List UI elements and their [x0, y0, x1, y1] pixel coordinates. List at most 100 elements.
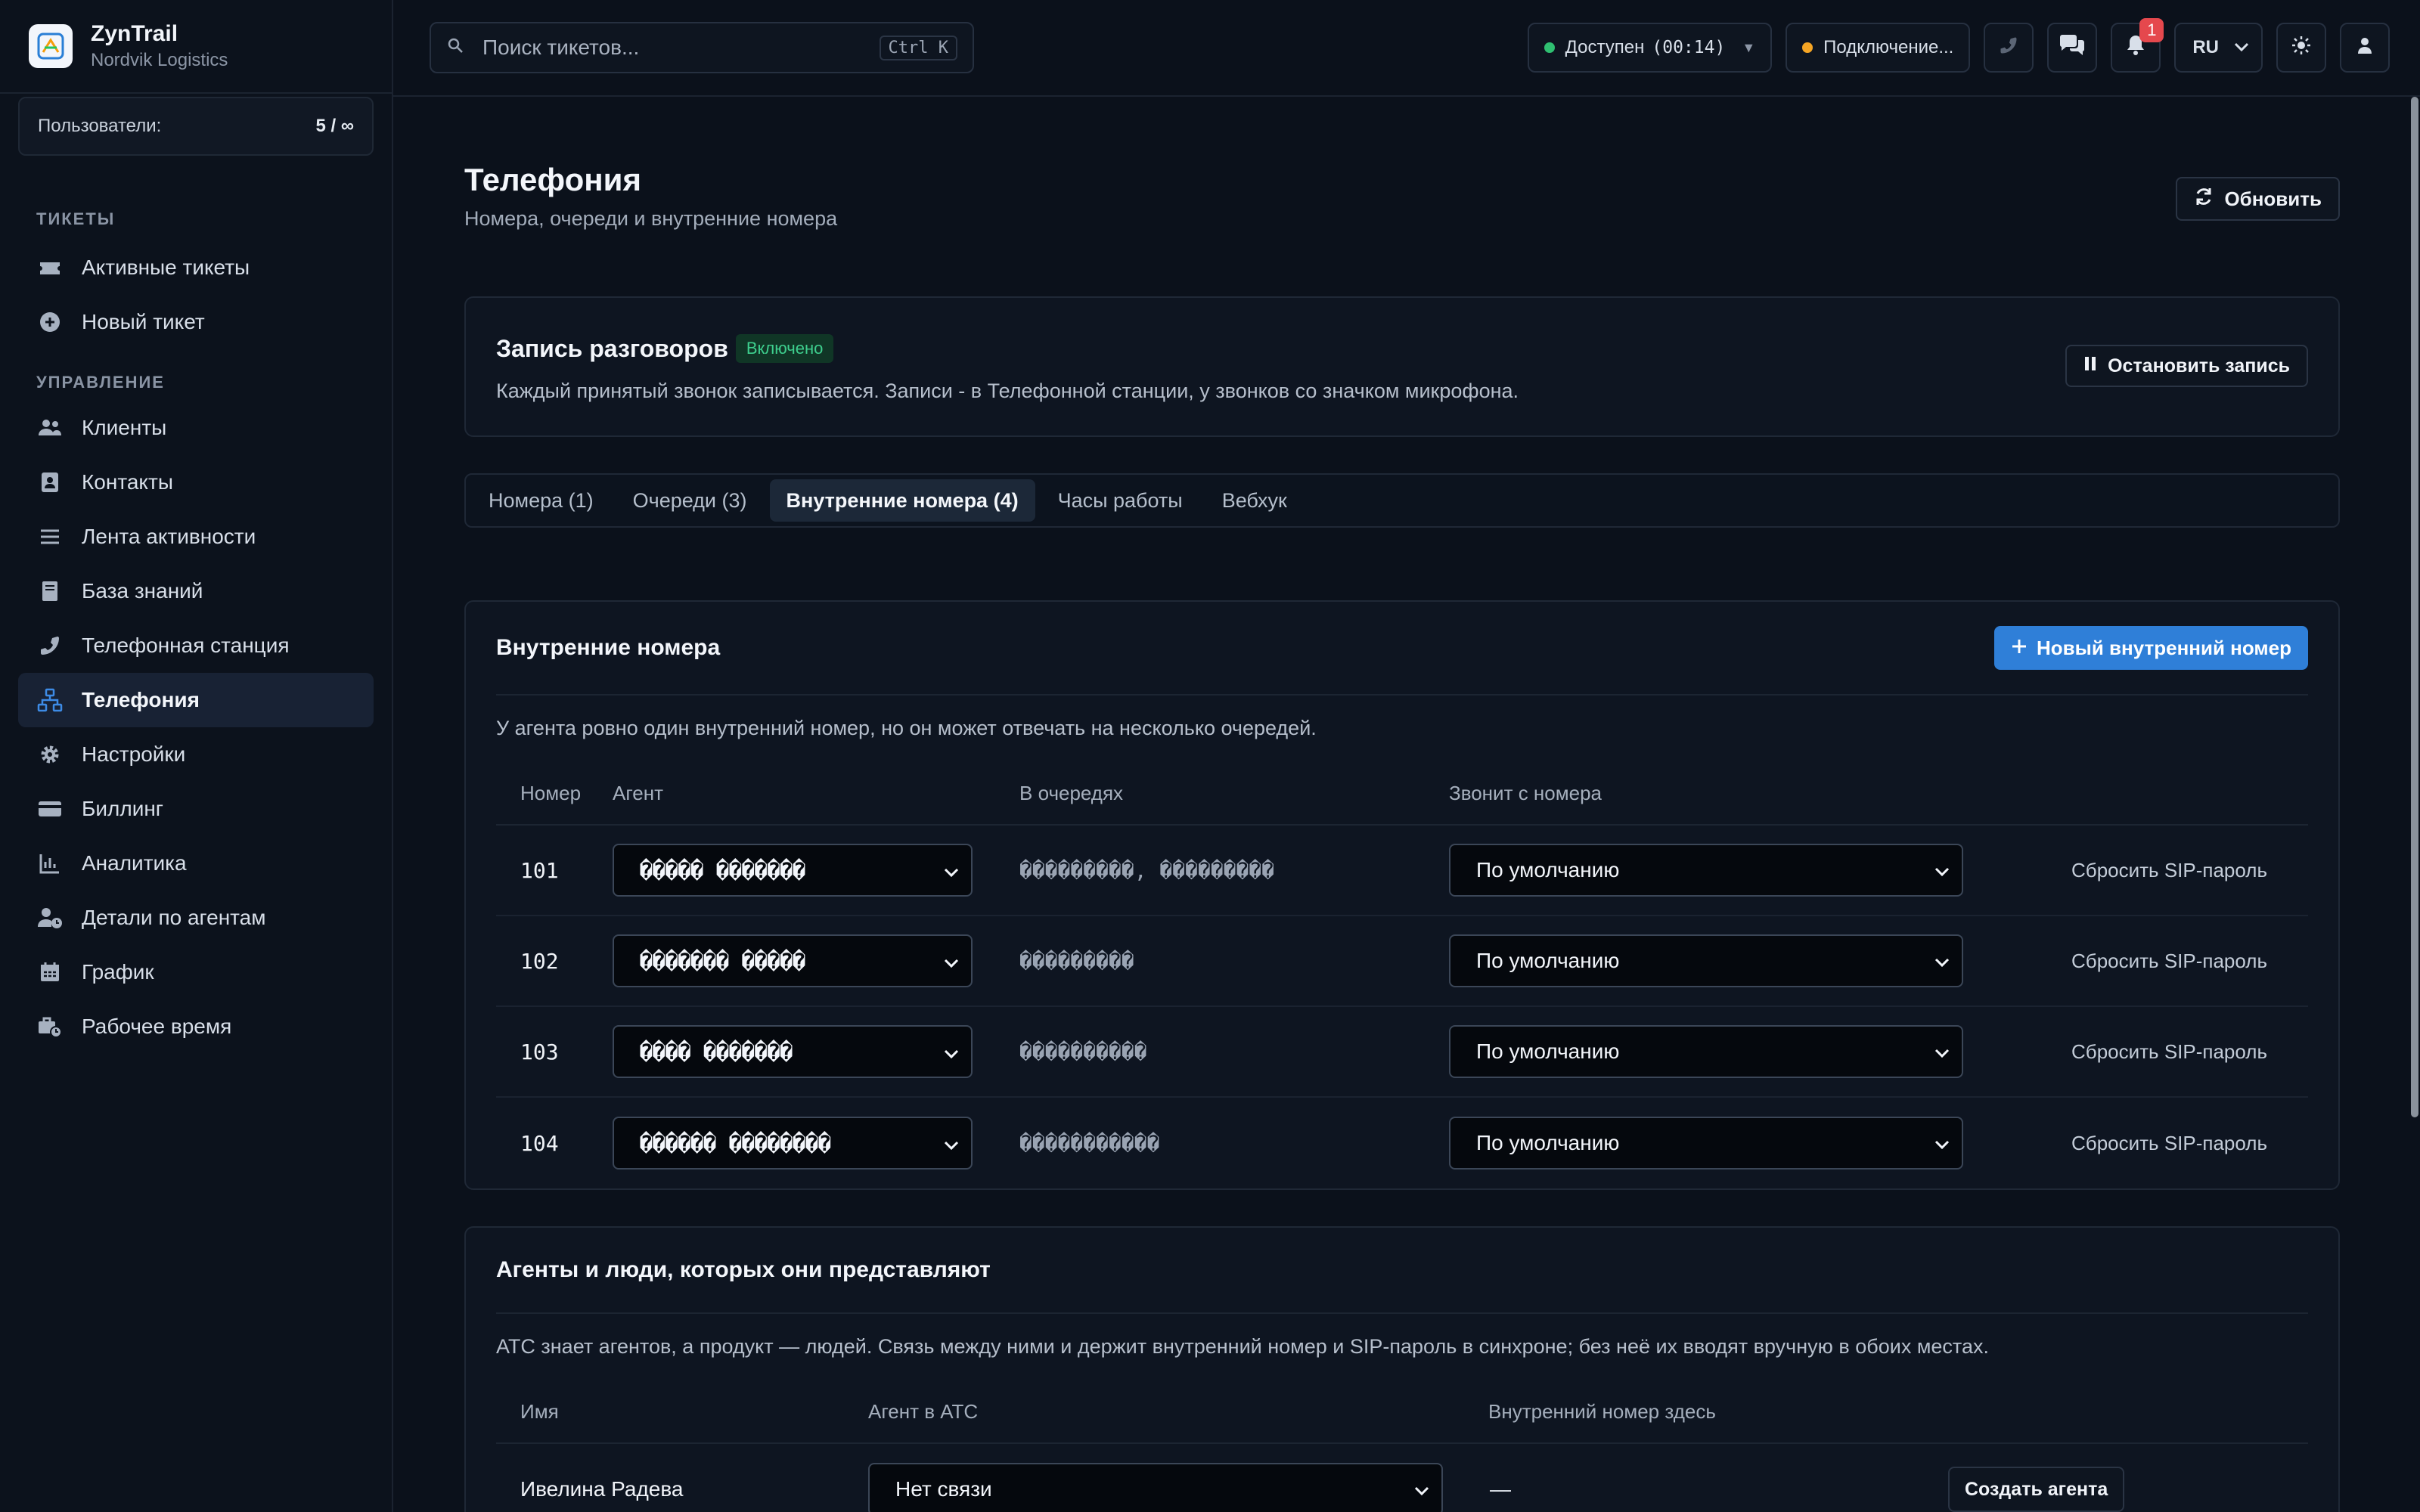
reset-sip-password-button[interactable]: Сбросить SIP-пароль — [2046, 950, 2308, 973]
agent-value: ����� ������� — [640, 857, 806, 883]
agents-description: АТС знает агентов, а продукт — людей. Св… — [496, 1335, 1989, 1358]
table-row: 102 ������� ����� ��������� По умолчанию… — [496, 916, 2308, 1007]
chevron-down-icon — [944, 949, 959, 974]
sidebar-item-schedule[interactable]: График — [18, 945, 374, 999]
sidebar-item-label: Клиенты — [82, 416, 167, 439]
sidebar-item-settings[interactable]: Настройки — [18, 727, 374, 782]
availability-status-button[interactable]: Доступен (00:14) ▼ — [1527, 23, 1773, 73]
briefcase-clock-icon — [36, 1013, 64, 1040]
extension-number: 101 — [520, 857, 559, 883]
gear-icon — [36, 741, 64, 768]
connection-dot — [1802, 42, 1813, 53]
theme-toggle-button[interactable] — [2276, 23, 2326, 73]
sidebar-item-billing[interactable]: Биллинг — [18, 782, 374, 836]
sidebar-item-label: Настройки — [82, 742, 186, 766]
caller-id-value: По умолчанию — [1476, 1131, 1620, 1154]
sidebar-item-label: Новый тикет — [82, 310, 205, 333]
users-quota-label: Пользователи: — [38, 116, 162, 136]
page-title: Телефония — [464, 162, 641, 197]
scrollbar[interactable] — [2411, 97, 2420, 1512]
contact-book-icon — [36, 469, 64, 496]
queues-list: ��������� — [1019, 948, 1134, 974]
sidebar-item-label: Контакты — [82, 470, 173, 494]
agent-select[interactable]: ������� ����� — [613, 934, 973, 987]
chevron-down-icon — [944, 858, 959, 883]
caller-id-value: По умолчанию — [1476, 1040, 1620, 1063]
tab-webhook[interactable]: Вебхук — [1205, 479, 1304, 522]
table-row: 103 ���� ������� ���������� По умолчанию… — [496, 1007, 2308, 1098]
chat-button[interactable] — [2047, 23, 2098, 73]
extension-here-value: — — [1490, 1477, 1511, 1501]
language-select[interactable]: RU — [2174, 23, 2263, 73]
agent-value: ������� ����� — [640, 948, 806, 974]
network-icon — [36, 686, 64, 714]
agent-select[interactable]: ������ �������� — [613, 1117, 973, 1170]
create-agent-button[interactable]: Создать агента — [1948, 1467, 2125, 1512]
person-name: Ивелина Радева — [520, 1477, 684, 1501]
caller-id-select[interactable]: По умолчанию — [1449, 844, 1963, 897]
sidebar: ZynTrail Nordvik Logistics Пользователи:… — [0, 0, 393, 1512]
col-extension-here: Внутренний номер здесь — [1488, 1399, 1716, 1423]
list-icon — [36, 523, 64, 550]
extension-number: 102 — [520, 948, 559, 974]
call-button[interactable] — [1984, 23, 2034, 73]
caller-id-select[interactable]: По умолчанию — [1449, 1117, 1963, 1170]
chevron-down-icon — [1934, 1040, 1950, 1064]
agent-value: ���� ������� — [640, 1039, 793, 1064]
sidebar-item-telephony[interactable]: Телефония — [18, 673, 374, 727]
chevron-down-icon: ▼ — [1742, 39, 1756, 55]
table-row: 101 ����� ������� ���������, ��������� П… — [496, 826, 2308, 916]
brand[interactable]: ZynTrail Nordvik Logistics — [0, 0, 392, 94]
tab-queues[interactable]: Очереди (3) — [616, 479, 764, 522]
notifications-button[interactable]: 1 — [2111, 18, 2164, 73]
users-quota-value: 5 / ∞ — [315, 116, 354, 136]
recording-status-badge: Включено — [735, 334, 834, 363]
content: Телефония Номера, очереди и внутренние н… — [393, 97, 2420, 1512]
sidebar-item-agent-details[interactable]: Детали по агентам — [18, 891, 374, 945]
pause-icon — [2083, 355, 2097, 377]
tab-working-hours[interactable]: Часы работы — [1041, 479, 1199, 522]
caller-id-select[interactable]: По умолчанию — [1449, 934, 1963, 987]
chevron-down-icon — [1414, 1477, 1429, 1501]
sidebar-item-label: Детали по агентам — [82, 906, 266, 929]
scrollbar-thumb[interactable] — [2411, 97, 2418, 1117]
reset-sip-password-button[interactable]: Сбросить SIP-пароль — [2046, 1132, 2308, 1155]
sidebar-item-clients[interactable]: Клиенты — [18, 401, 374, 455]
reset-sip-password-button[interactable]: Сбросить SIP-пароль — [2046, 1040, 2308, 1064]
extensions-card: Внутренние номера Новый внутренний номер… — [464, 600, 2340, 1190]
agent-select[interactable]: ����� ������� — [613, 844, 973, 897]
book-icon — [36, 578, 64, 605]
refresh-button[interactable]: Обновить — [2176, 177, 2340, 221]
sidebar-item-contacts[interactable]: Контакты — [18, 455, 374, 510]
search-shortcut: Ctrl K — [879, 35, 957, 60]
search-input[interactable] — [482, 36, 880, 60]
sidebar-item-active-tickets[interactable]: Активные тикеты — [18, 240, 374, 295]
extension-number: 103 — [520, 1039, 559, 1064]
connection-status[interactable]: Подключение... — [1786, 23, 1971, 73]
stop-recording-button[interactable]: Остановить запись — [2065, 345, 2308, 387]
new-extension-button[interactable]: Новый внутренний номер — [1993, 626, 2308, 670]
caller-id-select[interactable]: По умолчанию — [1449, 1025, 1963, 1078]
chat-bubbles-icon — [2059, 34, 2086, 62]
sidebar-item-work-time[interactable]: Рабочее время — [18, 999, 374, 1054]
sidebar-item-label: Телефонная станция — [82, 634, 290, 657]
agent-value: ������ �������� — [640, 1130, 831, 1156]
refresh-icon — [2194, 187, 2214, 212]
main-area: Ctrl K Доступен (00:14) ▼ Подключение... — [393, 0, 2420, 1512]
col-number: Номер — [520, 781, 582, 804]
sidebar-item-activity-feed[interactable]: Лента активности — [18, 510, 374, 564]
pbx-agent-select[interactable]: Нет связи — [868, 1463, 1443, 1512]
pbx-agent-value: Нет связи — [895, 1477, 992, 1501]
sidebar-item-knowledge-base[interactable]: База знаний — [18, 564, 374, 618]
tab-numbers[interactable]: Номера (1) — [472, 479, 610, 522]
extensions-title: Внутренние номера — [496, 635, 721, 660]
sidebar-item-new-ticket[interactable]: Новый тикет — [18, 295, 374, 349]
agent-select[interactable]: ���� ������� — [613, 1025, 973, 1078]
reset-sip-password-button[interactable]: Сбросить SIP-пароль — [2046, 859, 2308, 882]
search-icon — [446, 36, 467, 60]
profile-button[interactable] — [2340, 23, 2390, 73]
sidebar-item-phone-station[interactable]: Телефонная станция — [18, 618, 374, 673]
sidebar-item-analytics[interactable]: Аналитика — [18, 836, 374, 891]
search-box[interactable]: Ctrl K — [430, 22, 974, 73]
tab-extensions[interactable]: Внутренние номера (4) — [769, 479, 1035, 522]
